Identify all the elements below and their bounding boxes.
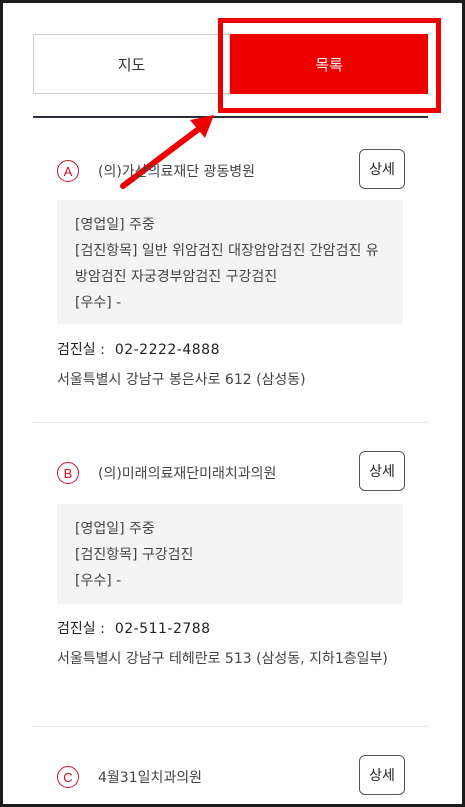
info-exam-items: [검진항목] 구강검진: [75, 547, 194, 563]
phone-number[interactable]: 02-511-2788: [115, 621, 211, 637]
detail-button[interactable]: 상세: [359, 451, 405, 491]
phone-row: 검진실 : 02-2222-4888: [57, 339, 220, 359]
divider: [33, 726, 428, 727]
phone-row: 검진실 : 02-511-2788: [57, 618, 211, 638]
marker-c-icon: C: [57, 766, 79, 788]
info-box: [영업일] 주중 [검진항목] 구강검진 [우수] -: [57, 504, 403, 604]
address: 서울특별시 강남구 테헤란로 513 (삼성동, 지하1층일부): [57, 651, 388, 667]
info-excellent: [우수] -: [75, 573, 122, 589]
hospital-name[interactable]: 4월31일치과의원: [98, 767, 202, 787]
phone-label: 검진실 :: [57, 621, 105, 637]
hospital-name[interactable]: (의)가산의료재단 광동병원: [98, 161, 255, 181]
phone-number[interactable]: 02-2222-4888: [115, 342, 220, 358]
info-box: [영업일] 주중 [검진항목] 일반 위암검진 대장암암검진 간암검진 유방암검…: [57, 200, 403, 324]
hospital-name[interactable]: (의)미래의료재단미래치과의원: [98, 463, 276, 483]
detail-button[interactable]: 상세: [359, 755, 405, 795]
info-business-days: [영업일] 주중: [75, 521, 155, 537]
phone-label: 검진실 :: [57, 342, 105, 358]
info-exam-items: [검진항목] 일반 위암검진 대장암암검진 간암검진 유방암검진 자궁경부암검진…: [75, 243, 379, 285]
marker-b-icon: B: [57, 462, 79, 484]
marker-a-icon: A: [57, 160, 79, 182]
info-excellent: [우수] -: [75, 295, 122, 311]
divider: [33, 422, 428, 423]
detail-button[interactable]: 상세: [359, 149, 405, 189]
address: 서울특별시 강남구 봉은사로 612 (삼성동): [57, 372, 306, 388]
info-business-days: [영업일] 주중: [75, 217, 155, 233]
